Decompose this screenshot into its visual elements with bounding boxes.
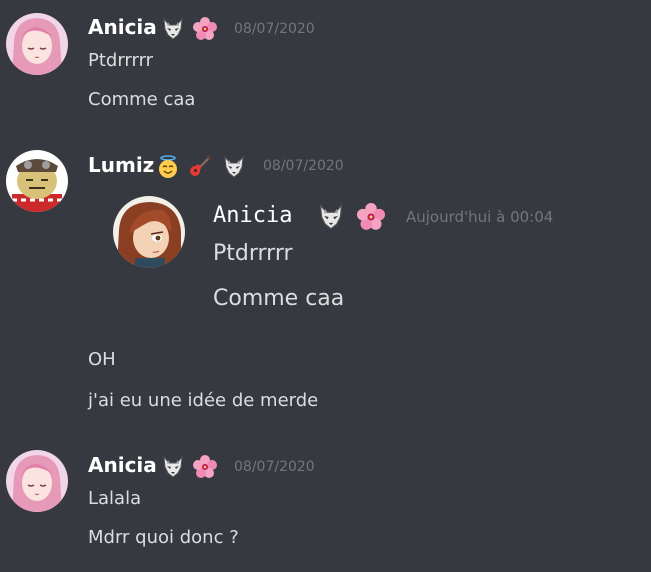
message-timestamp: 08/07/2020 [263, 158, 344, 174]
message-text: Ptdrrrrr [88, 50, 154, 71]
message-text: Mdrr quoi donc ? [88, 527, 239, 548]
wolf-icon [161, 17, 185, 41]
quote-avatar-image [113, 196, 185, 268]
avatar-lumiz[interactable] [6, 150, 68, 212]
quote-avatar[interactable] [113, 196, 185, 268]
message-text: OH [88, 349, 116, 370]
message-timestamp: 08/07/2020 [234, 21, 315, 37]
avatar-anicia-image [6, 450, 68, 512]
hibiscus-icon [357, 203, 385, 231]
wolf-icon [317, 203, 345, 231]
quote-timestamp: Aujourd'hui à 00:04 [406, 208, 554, 226]
quote-username[interactable]: Anicia [213, 203, 292, 228]
quote-text: Ptdrrrrr [213, 241, 293, 266]
username[interactable]: Anicia [88, 453, 157, 477]
guitar-icon [188, 155, 212, 179]
hibiscus-icon [193, 455, 217, 479]
avatar-anicia-image [6, 13, 68, 75]
hibiscus-icon [193, 17, 217, 41]
message-text: Lalala [88, 488, 142, 509]
username[interactable]: Anicia [88, 15, 157, 39]
message-timestamp: 08/07/2020 [234, 459, 315, 475]
avatar-anicia[interactable] [6, 450, 68, 512]
wolf-icon [222, 155, 246, 179]
username[interactable]: Lumiz [88, 153, 154, 177]
wolf-icon [161, 455, 185, 479]
message-text: Comme caa [88, 89, 196, 110]
angel-face-icon [156, 155, 180, 179]
quote-text: Comme caa [213, 286, 345, 311]
chat-log: Anicia 08/07/2020 Ptdrrrrr Comme caa Lum… [0, 0, 651, 572]
message-text: j'ai eu une idée de merde [88, 390, 319, 411]
avatar-lumiz-image [6, 150, 68, 212]
avatar-anicia[interactable] [6, 13, 68, 75]
